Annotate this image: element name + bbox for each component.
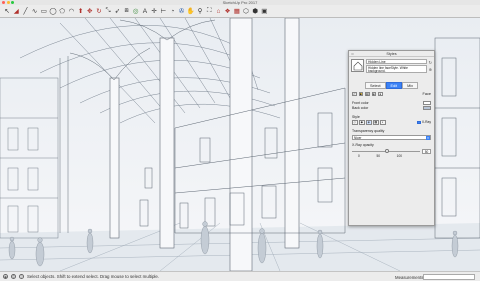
styles-panel-title-text: Styles (386, 52, 397, 56)
front-color-swatch[interactable] (423, 100, 431, 105)
style-side-icons: ↻ ⊕ (429, 59, 432, 72)
scale-tool-icon[interactable]: ⤡ (104, 7, 112, 16)
create-style-icon[interactable]: ⊕ (429, 67, 432, 72)
style-section: Style ◇ ◆ ◈ ▩ ◐ X-Ray (349, 114, 434, 125)
style-buttons-row: ◇ ◆ ◈ ▩ ◐ X-Ray (352, 119, 431, 125)
arc-tool-icon[interactable]: ◠ (67, 7, 75, 16)
move-tool-icon[interactable]: ✥ (86, 7, 94, 16)
close-window-icon[interactable] (2, 1, 5, 4)
xray-opacity-section: X-Ray opacity 50 0 50 100 (349, 143, 434, 158)
zoom-tool-icon[interactable]: ⚲ (196, 7, 204, 16)
measurements-label: Measurements (395, 274, 424, 280)
line-tool-icon[interactable]: ╱ (21, 7, 29, 16)
credits-icon[interactable]: © (11, 274, 16, 279)
tape-tool-icon[interactable]: ◎ (132, 7, 140, 16)
xray-opacity-value[interactable]: 50 (422, 149, 431, 154)
text-tool-icon[interactable]: A (141, 7, 149, 16)
freehand-tool-icon[interactable]: ∿ (31, 7, 39, 16)
zoom-extents-icon[interactable]: ⛶ (205, 7, 213, 16)
xray-opacity-label: X-Ray opacity (352, 143, 374, 148)
rectangle-tool-icon[interactable]: ▭ (40, 7, 48, 16)
edit-category-bar: ▱ ■ ▤ ◈ ● Face (349, 91, 434, 97)
back-color-swatch[interactable] (423, 106, 431, 111)
xray-opacity-slider[interactable] (352, 149, 420, 154)
update-style-icon[interactable]: ↻ (429, 60, 432, 65)
wireframe-style-icon[interactable]: ◇ (352, 119, 358, 125)
select-tool-icon[interactable]: ↖ (3, 7, 11, 16)
layout-icon[interactable]: ▦ (233, 7, 241, 16)
style-header: Hidden Line Hidden line faceStyle. White… (349, 57, 434, 79)
transparency-quality-select[interactable]: Nicer ▾ (352, 134, 431, 140)
geolocation-icon[interactable]: ◉ (3, 274, 8, 279)
tab-edit[interactable]: Edit (385, 82, 403, 89)
offset-tool-icon[interactable]: ⧈ (122, 7, 130, 16)
measurements-input[interactable] (423, 273, 475, 280)
slider-ticks: 0 50 100 (358, 154, 402, 158)
transparency-section: Transparency quality Nicer ▾ (349, 128, 434, 140)
slider-knob[interactable] (384, 149, 389, 154)
hidden-line-style-icon[interactable]: ◆ (359, 119, 365, 125)
xray-opacity-label-row: X-Ray opacity (352, 143, 431, 149)
followme-tool-icon[interactable]: ➶ (113, 7, 121, 16)
monochrome-style-icon[interactable]: ◐ (380, 119, 386, 125)
front-color-label: Front color (352, 100, 369, 105)
tick-label: 100 (396, 153, 402, 158)
tick-label: 0 (358, 153, 360, 158)
back-color-label: Back color (352, 106, 369, 111)
styles-panel[interactable]: Styles Hidden Line Hidden line faceStyle… (348, 50, 435, 226)
style-label: Style (352, 114, 360, 119)
face-style-buttons: ◇ ◆ ◈ ▩ ◐ (352, 119, 386, 125)
background-settings-icon[interactable]: ▤ (365, 91, 370, 97)
window-controls (2, 1, 14, 4)
circle-tool-icon[interactable]: ◯ (49, 7, 57, 16)
polygon-tool-icon[interactable]: ⬠ (58, 7, 66, 16)
warehouse-icon[interactable]: ⌂ (214, 7, 222, 16)
main-toolbar: ↖ ◢ ╱ ∿ ▭ ◯ ⬠ ◠ ⬆ ✥ ↻ ⤡ ➶ ⧈ ◎ A ✛ ⊢ ◔ ✇ ✋ ⚲ ⛶ ⌂ ❖ ▦ ⬡ ⬢ ▣ (0, 5, 480, 18)
info-icon[interactable]: ? (19, 274, 24, 279)
protractor-tool-icon[interactable]: ◔ (168, 7, 176, 16)
xray-label: X-Ray (421, 120, 431, 125)
status-message: Select objects. Shift to extend select. … (27, 274, 160, 279)
xray-toggle[interactable]: X-Ray (417, 120, 431, 124)
textured-style-icon[interactable]: ▩ (373, 119, 379, 125)
styles-panel-title: Styles (349, 51, 434, 57)
style-thumbnail[interactable] (351, 59, 364, 72)
modeling-settings-icon[interactable]: ● (378, 91, 383, 97)
face-settings-icon[interactable]: ■ (358, 91, 363, 97)
front-view-icon[interactable]: ▣ (260, 7, 268, 16)
chevron-down-icon: ▾ (426, 135, 430, 140)
transparency-quality-value: Nicer (354, 135, 362, 140)
transparency-label-row: Transparency quality (352, 128, 431, 134)
edge-settings-icon[interactable]: ▱ (352, 91, 357, 97)
maximize-window-icon[interactable] (11, 1, 14, 4)
tab-mix[interactable]: Mix (402, 82, 418, 89)
orbit-tool-icon[interactable]: ✇ (178, 7, 186, 16)
rotate-tool-icon[interactable]: ↻ (95, 7, 103, 16)
panel-close-icon[interactable] (351, 52, 354, 56)
style-description-field[interactable]: Hidden line faceStyle. White background. (366, 65, 427, 73)
transparency-label: Transparency quality (352, 128, 385, 133)
top-view-icon[interactable]: ⬢ (251, 7, 259, 16)
style-info: Hidden Line Hidden line faceStyle. White… (366, 59, 427, 73)
pushpull-tool-icon[interactable]: ⬆ (77, 7, 85, 16)
xray-checkbox[interactable] (417, 120, 421, 124)
iso-view-icon[interactable]: ⬡ (242, 7, 250, 16)
extension-icon[interactable]: ❖ (224, 7, 232, 16)
color-section: Front color Back color (349, 100, 434, 111)
eraser-tool-icon[interactable]: ◢ (12, 7, 20, 16)
tick-label: 50 (376, 153, 380, 158)
axes-tool-icon[interactable]: ✛ (150, 7, 158, 16)
dimension-tool-icon[interactable]: ⊢ (159, 7, 167, 16)
back-color-row: Back color (352, 106, 431, 112)
style-name-field[interactable]: Hidden Line (366, 59, 427, 64)
face-section-label: Face (422, 91, 431, 96)
status-bar: ◉ © ? Select objects. Shift to extend se… (0, 271, 480, 281)
tab-select[interactable]: Select (364, 82, 386, 89)
pan-tool-icon[interactable]: ✋ (187, 7, 195, 16)
styles-tabs: Select Edit Mix (349, 82, 434, 89)
house-icon (353, 61, 362, 70)
minimize-window-icon[interactable] (6, 1, 10, 4)
watermark-settings-icon[interactable]: ◈ (371, 91, 376, 97)
shaded-style-icon[interactable]: ◈ (366, 119, 372, 125)
